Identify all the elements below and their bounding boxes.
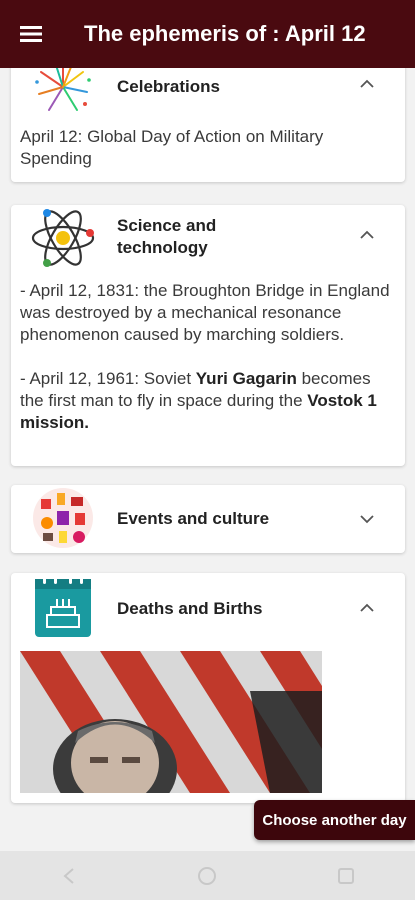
science-entry-2: - April 12, 1961: Soviet Yuri Gagarin be… — [20, 368, 396, 434]
chevron-up-icon[interactable] — [359, 600, 375, 616]
celebration-text: April 12: Global Day of Action on Milita… — [20, 127, 324, 168]
entry2-name: Yuri Gagarin — [195, 369, 297, 388]
back-icon — [63, 867, 74, 884]
nav-recents-button[interactable] — [326, 861, 366, 891]
recents-icon — [337, 867, 354, 884]
nav-home-button[interactable] — [187, 861, 227, 891]
card-title: Science and technology — [117, 215, 216, 259]
science-entry-1: - April 12, 1831: the Broughton Bridge i… — [20, 281, 390, 344]
deaths-births-card: Deaths and Births — [11, 573, 405, 803]
entry2-prefix: - April 12, 1961: Soviet — [20, 369, 196, 388]
card-title: Deaths and Births — [117, 599, 263, 618]
card-title: Events and culture — [117, 509, 270, 528]
celebrations-card: Celebrations April 12: Global Day of Act… — [11, 68, 405, 182]
chevron-up-icon[interactable] — [359, 227, 375, 243]
nav-back-button[interactable] — [49, 861, 89, 891]
celebrations-header[interactable]: Celebrations — [11, 68, 405, 120]
card-title: Celebrations — [117, 77, 220, 96]
card-title-line1: Science and — [117, 216, 217, 235]
events-header[interactable]: Events and culture — [11, 485, 405, 553]
atom-icon — [31, 209, 95, 267]
system-navigation-bar — [0, 851, 415, 900]
menu-button[interactable] — [0, 0, 62, 68]
events-culture-card: Events and culture — [11, 485, 405, 553]
birthday-calendar-icon — [35, 575, 91, 637]
fireworks-icon — [35, 68, 91, 111]
home-icon — [198, 866, 217, 885]
chevron-up-icon[interactable] — [359, 76, 375, 92]
deaths-header[interactable]: Deaths and Births — [11, 573, 405, 643]
hamburger-menu-icon — [20, 26, 42, 42]
science-technology-card: Science and technology - April 12, 1831:… — [11, 205, 405, 466]
ephemeris-list[interactable]: Celebrations April 12: Global Day of Act… — [0, 68, 415, 828]
card-title-line2: technology — [117, 238, 208, 257]
card-body: April 12: Global Day of Action on Milita… — [11, 120, 405, 170]
culture-collage-icon — [33, 488, 93, 548]
chevron-down-icon[interactable] — [359, 511, 375, 527]
science-header[interactable]: Science and technology — [11, 205, 405, 271]
portrait-with-flag-photo — [20, 651, 322, 793]
page-title: The ephemeris of : April 12 — [84, 21, 366, 46]
app-bar: The ephemeris of : April 12 — [0, 0, 415, 68]
choose-another-day-button[interactable]: Choose another day — [254, 800, 415, 840]
card-body: - April 12, 1831: the Broughton Bridge i… — [11, 271, 405, 434]
